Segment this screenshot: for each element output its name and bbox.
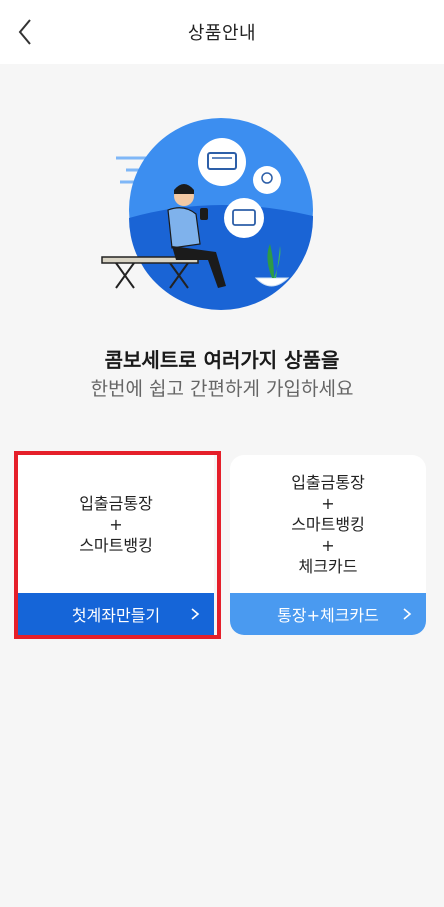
card-line: +: [321, 535, 335, 555]
card-line: 스마트뱅킹: [291, 514, 365, 534]
top-app-bar: 상품안내: [0, 0, 444, 64]
button-label: 첫계좌만들기: [71, 606, 161, 625]
card-line: 입출금통장: [79, 493, 153, 513]
hero-illustration: [96, 118, 336, 318]
card-line: 스마트뱅킹: [79, 535, 153, 555]
intro-headline: 콤보세트로 여러가지 상품을: [104, 348, 340, 372]
chevron-right-icon: [191, 608, 200, 620]
button-label: 통장+체크카드: [277, 606, 379, 625]
first-account-button[interactable]: 첫계좌만들기: [18, 593, 214, 635]
page-title: 상품안내: [187, 23, 257, 44]
card-line: +: [321, 493, 335, 513]
intro-subline: 한번에 쉽고 간편하게 가입하세요: [90, 378, 354, 400]
card-line: 입출금통장: [291, 472, 365, 492]
card-description: 입출금통장 + 스마트뱅킹: [18, 455, 214, 593]
account-checkcard-button[interactable]: 통장+체크카드: [230, 593, 426, 635]
card-description: 입출금통장 + 스마트뱅킹 + 체크카드: [230, 455, 426, 593]
product-card-checkcard: 입출금통장 + 스마트뱅킹 + 체크카드 통장+체크카드: [230, 455, 426, 635]
chevron-right-icon: [403, 608, 412, 620]
card-line: 체크카드: [298, 556, 358, 576]
product-card-account: 입출금통장 + 스마트뱅킹 첫계좌만들기: [18, 455, 214, 635]
card-line: +: [109, 514, 123, 534]
